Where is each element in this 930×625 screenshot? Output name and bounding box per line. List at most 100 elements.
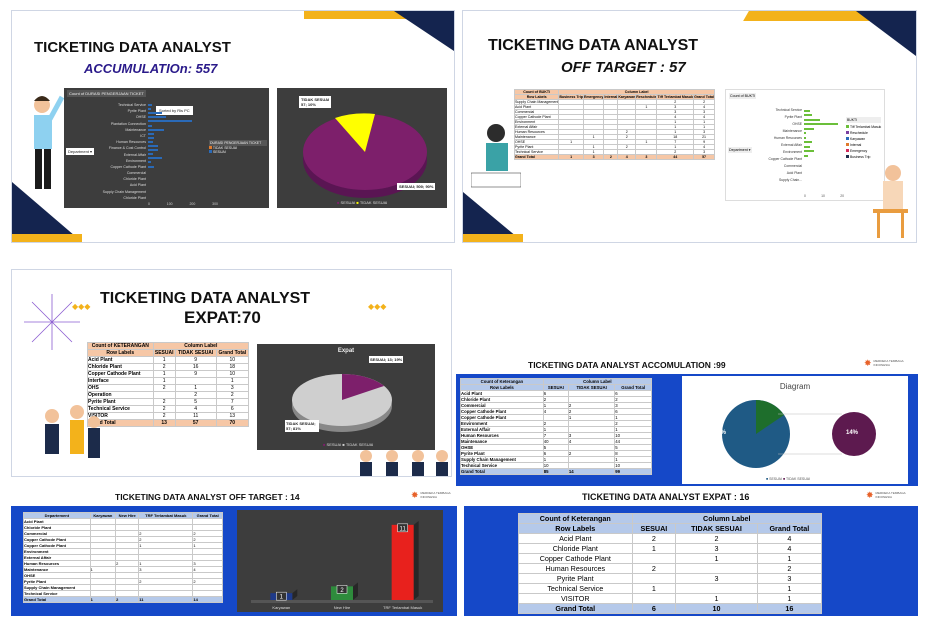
slide-off-target: TICKETING DATA ANALYST OFF TARGET : 57 C… (462, 10, 917, 243)
legend-sesuai: SESUAI (769, 477, 782, 481)
legend-tidak-sesuai: TIDAK SESUAI (359, 200, 388, 205)
legend-tidak-sesuai: TIDAK SESUAI (785, 477, 811, 481)
pivot-columns-row: Row Labels SESUAI TIDAK SESUAI Grand Total (518, 523, 823, 534)
pie-label-a: SESUAI; 13; 19% (369, 356, 404, 363)
table-cell: 16 (174, 363, 217, 371)
table-cell: 2 (174, 391, 217, 399)
slide-subtitle: OFF TARGET : 57 (561, 59, 686, 76)
x-tick: 20 (840, 194, 844, 198)
table-row: Pyrite Plant 2 5 7 (87, 398, 250, 406)
pivot-title: Count of KETERANGAN (87, 342, 154, 350)
logo-icon: ✸ (411, 490, 419, 500)
category-label: Chloride Plant (123, 195, 146, 200)
bar-side (353, 582, 358, 600)
legend-swatch (846, 131, 849, 134)
bar (804, 154, 808, 157)
column-label-filter[interactable]: Column Label (631, 513, 823, 524)
row-label: Interface (87, 377, 154, 385)
row-label: Technical Service (518, 583, 633, 594)
mini-legend-item: Tiff Terlambat Masuk (846, 125, 881, 129)
mini-chart-title: Count of BUKTI (729, 93, 757, 99)
grand-total-row: Grand Total 1 3 2 4 3 44 57 (513, 154, 716, 160)
column-header: TRF Terlambat Masuk (138, 512, 194, 519)
slide-accomulation-99: TICKETING DATA ANALYST ACCOMULATION :99 … (456, 354, 918, 486)
legend-item-label: SESUAI (212, 150, 226, 154)
total-cell: 4 (617, 154, 637, 160)
mini-legend: BUKTI Tiff Terlambat Masuk Reschedule Kary… (846, 117, 882, 161)
pct-sesuai: 86% (714, 430, 727, 436)
slide-subtitle: EXPAT:70 (184, 308, 261, 327)
table-cell: 1 (756, 553, 823, 564)
expat-pie (292, 374, 392, 432)
bar (804, 145, 810, 148)
department-filter[interactable]: Department ▾ (66, 148, 95, 155)
logo-icon: ✸ (866, 490, 874, 500)
pivot-table: Count of KETERANGAN Column Label Row Label… (87, 342, 250, 427)
total-cell: Grand Total (460, 468, 544, 475)
column-label-filter[interactable]: Column Label (152, 342, 250, 350)
table-row: VISITOR 1 1 (518, 593, 823, 604)
slide-title: TICKETING DATA ANALYST (34, 39, 231, 56)
legend-item: SESUAI (209, 150, 267, 154)
legend-box: DURASI PENGERJAAN TICKET TIDAK SESUAI SE… (209, 140, 267, 154)
table-cell: 2 (152, 363, 176, 371)
person-illustration (873, 165, 908, 238)
category-label: External Affair (780, 143, 802, 147)
category-label: Acid Plant (786, 171, 802, 175)
bar-chart-panel: 1 Karyawan 2 New Hire 11 TRF Terlambat Masuk (237, 510, 443, 612)
logo-text: MERDEKA TEMBAGA INDONESIA (875, 491, 906, 499)
logo-text: MERDEKA TEMBAGA INDONESIA (420, 491, 451, 499)
bar (148, 153, 153, 156)
x-axis-ticks: 0 100 200 300 (148, 202, 218, 206)
mini-department-filter[interactable]: Department ▾ (728, 147, 752, 153)
table-cell: 1 (152, 377, 176, 385)
category-label: OHSE (792, 122, 802, 126)
slide-title: TICKETING DATA ANALYST (488, 37, 699, 54)
table-cell: 9 (174, 356, 217, 364)
category-label: Technical Service (775, 108, 802, 112)
company-logo: ✸ MERDEKA TEMBAGA INDONESIA (864, 358, 906, 369)
mini-legend-header: BUKTI (846, 117, 882, 123)
bar (804, 136, 806, 139)
corner-accent (394, 11, 454, 51)
x-tick: 10 (821, 194, 825, 198)
row-labels-filter[interactable]: Row Labels (518, 523, 633, 534)
category-label: Pyrite Plant (784, 115, 802, 119)
total-cell: 70 (215, 419, 250, 427)
pivot-columns-row: Row Labels SESUAI TIDAK SESUAI Grand Total (460, 384, 652, 391)
total-cell: 2 (603, 154, 619, 160)
mini-legend-item: Emergency (846, 149, 881, 153)
table-cell: 10 (215, 370, 250, 378)
row-label: Human Resources (518, 563, 633, 574)
row-label: Chloride Plant (87, 363, 154, 371)
bar-chart-header: Count of DURASI PENGERJAAN TICKET (67, 90, 146, 97)
legend-label: Karyawan (850, 137, 866, 141)
row-label: Supply Chain Management (513, 99, 560, 105)
row-label: Copper Cathode Plant (87, 370, 154, 378)
table-cell: 1 (756, 593, 823, 604)
diagram-panel: Diagram 86% 14% ■ SESUAI ■ TIDAK SESUAI (682, 376, 908, 484)
table-row: Pyrite Plant 3 3 (518, 573, 823, 584)
table-cell (631, 553, 677, 564)
slide-expat: ◆◆◆ ◆◆◆ TICKETING DATA ANALYST EXPAT:70 … (11, 269, 452, 477)
table-cell (152, 391, 176, 399)
row-labels-filter[interactable]: Row Labels (87, 349, 154, 357)
bars (148, 102, 218, 170)
bar (148, 161, 151, 164)
mini-legend-item: Business Trip (846, 155, 881, 159)
pivot-header-row: Count of KETERANGAN Column Label (87, 342, 250, 350)
logo-icon: ✸ (864, 358, 872, 368)
bar (804, 123, 838, 125)
table-cell: 18 (215, 363, 250, 371)
category-label: Environment (782, 150, 802, 154)
table-cell: 3 (756, 573, 823, 584)
column-header: Grand Total (215, 349, 250, 357)
legend-sesuai: SESUAI (326, 442, 342, 447)
table-row: Human Resources 2 2 (518, 563, 823, 574)
total-cell: 3 (635, 154, 658, 160)
table-cell: 1 (152, 356, 176, 364)
legend-label: Business Trip (850, 155, 871, 159)
pivot-table: Departement Karyawan New Hire TRF Terlambat… (23, 512, 223, 603)
table-cell: 6 (215, 405, 250, 413)
category-label: New Hire (334, 605, 351, 610)
